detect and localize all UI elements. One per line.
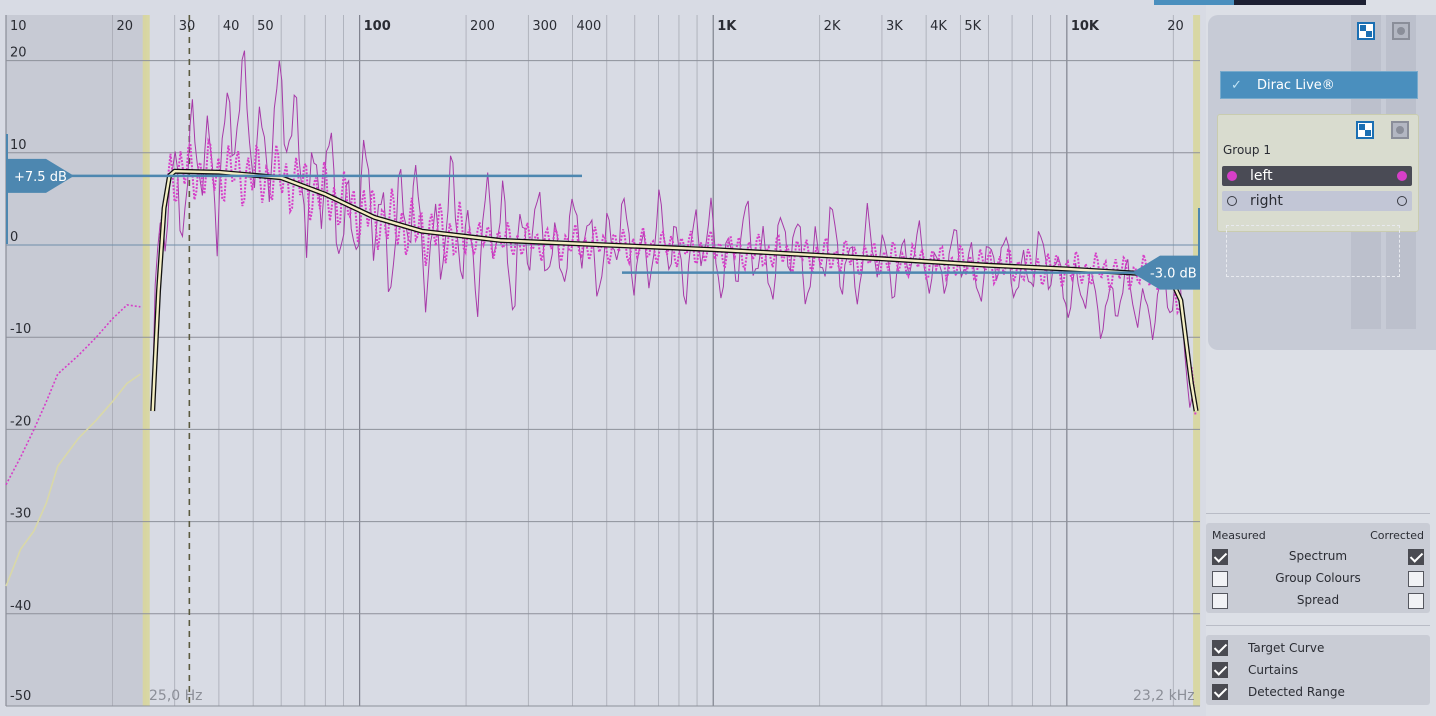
measured-header: Measured [1212, 529, 1266, 542]
x-tick-label: 400 [577, 19, 602, 34]
group-preview-icon[interactable] [1391, 121, 1409, 139]
dirac-live-label: Dirac Live® [1257, 77, 1335, 93]
x-tick-label: 30 [179, 19, 196, 34]
y-tick-label: -10 [10, 322, 31, 337]
left-curtain-edge[interactable] [142, 15, 150, 706]
option-label: Spread [1296, 593, 1340, 607]
side-panel: ✓ Dirac Live® Group 1 left right Measure… [1154, 0, 1436, 716]
x-tick-label: 2K [824, 19, 841, 34]
x-tick-label: 4K [930, 19, 947, 34]
x-tick-label: 1K [717, 19, 737, 34]
x-tick-label: 100 [364, 19, 391, 34]
x-tick-label: 50 [257, 19, 274, 34]
y-tick-label: 0 [10, 230, 18, 245]
plot-background [0, 0, 1206, 716]
x-tick-label: 10 [10, 19, 27, 34]
x-tick-label: 20 [116, 19, 133, 34]
spread-corrected-checkbox[interactable] [1408, 593, 1424, 609]
option-group-colours: Group Colours [1206, 569, 1430, 589]
group-colours-corrected-checkbox[interactable] [1408, 571, 1424, 587]
right-curtain-edge[interactable] [1193, 15, 1201, 706]
y-tick-label: -40 [10, 599, 31, 614]
option-spectrum: Spectrum [1206, 547, 1430, 567]
group-title: Group 1 [1223, 143, 1271, 157]
check-icon: ✓ [1231, 77, 1242, 93]
display-toggles-panel: Target Curve Curtains Detected Range [1206, 635, 1430, 705]
option-label: Group Colours [1275, 571, 1361, 585]
channel-dot-icon [1227, 171, 1237, 181]
group-link-icon[interactable] [1356, 121, 1374, 139]
x-tick-label: 5K [964, 19, 981, 34]
dirac-live-toggle[interactable]: ✓ Dirac Live® [1220, 71, 1418, 99]
x-tick-label: 10K [1071, 19, 1100, 34]
option-spread: Spread [1206, 591, 1430, 611]
x-tick-label: 20 [1167, 19, 1184, 34]
divider [1206, 625, 1430, 626]
x-tick-label: 300 [532, 19, 557, 34]
preview-icon[interactable] [1392, 22, 1410, 40]
channel-label: right [1250, 193, 1283, 209]
spectrum-view-panel: Measured Corrected Spectrum Group Colour… [1206, 523, 1430, 613]
left-curtain-label: 25,0 Hz [149, 688, 203, 704]
y-tick-label: 20 [10, 46, 27, 61]
target-curve-checkbox[interactable] [1212, 640, 1228, 656]
right-curtain-label: 23,2 kHz [1133, 688, 1195, 704]
high-level-label: +7.5 dB [14, 170, 67, 185]
channel-dot-icon [1227, 196, 1237, 206]
detected-range-label: Detected Range [1248, 685, 1345, 699]
group-box[interactable]: Group 1 left right [1217, 114, 1419, 232]
curtains-label: Curtains [1248, 663, 1299, 677]
corrected-header: Corrected [1370, 529, 1424, 542]
x-tick-label: 200 [470, 19, 495, 34]
link-filters-icon[interactable] [1357, 22, 1375, 40]
x-tick-label: 3K [886, 19, 903, 34]
channel-dot-icon [1397, 196, 1407, 206]
channel-row-left[interactable]: left [1222, 166, 1412, 186]
x-tick-label: 40 [223, 19, 240, 34]
spectrum-corrected-checkbox[interactable] [1408, 549, 1424, 565]
channel-row-right[interactable]: right [1222, 191, 1412, 211]
y-tick-label: -50 [10, 689, 31, 704]
curtains-checkbox[interactable] [1212, 662, 1228, 678]
tab-inactive[interactable] [1234, 0, 1366, 5]
channel-label: left [1250, 168, 1273, 184]
y-tick-label: 10 [10, 138, 27, 153]
y-tick-label: -20 [10, 414, 31, 429]
low-level-label: -3.0 dB [1150, 267, 1197, 282]
target-curve-label: Target Curve [1248, 641, 1325, 655]
groups-panel: ✓ Dirac Live® Group 1 left right [1208, 15, 1436, 350]
channel-dot-icon [1397, 171, 1407, 181]
option-label: Spectrum [1288, 549, 1348, 563]
divider [1206, 513, 1430, 514]
tab-active[interactable] [1154, 0, 1234, 5]
top-tabs [1154, 0, 1366, 5]
y-tick-label: -30 [10, 507, 31, 522]
frequency-response-plot[interactable]: 10 20 30 40 50 100 200 300 400 1K 2K 3K 4K 5K 10K 20 20 1… [0, 0, 1206, 716]
detected-range-checkbox[interactable] [1212, 684, 1228, 700]
new-group-drop-zone[interactable] [1226, 225, 1400, 277]
